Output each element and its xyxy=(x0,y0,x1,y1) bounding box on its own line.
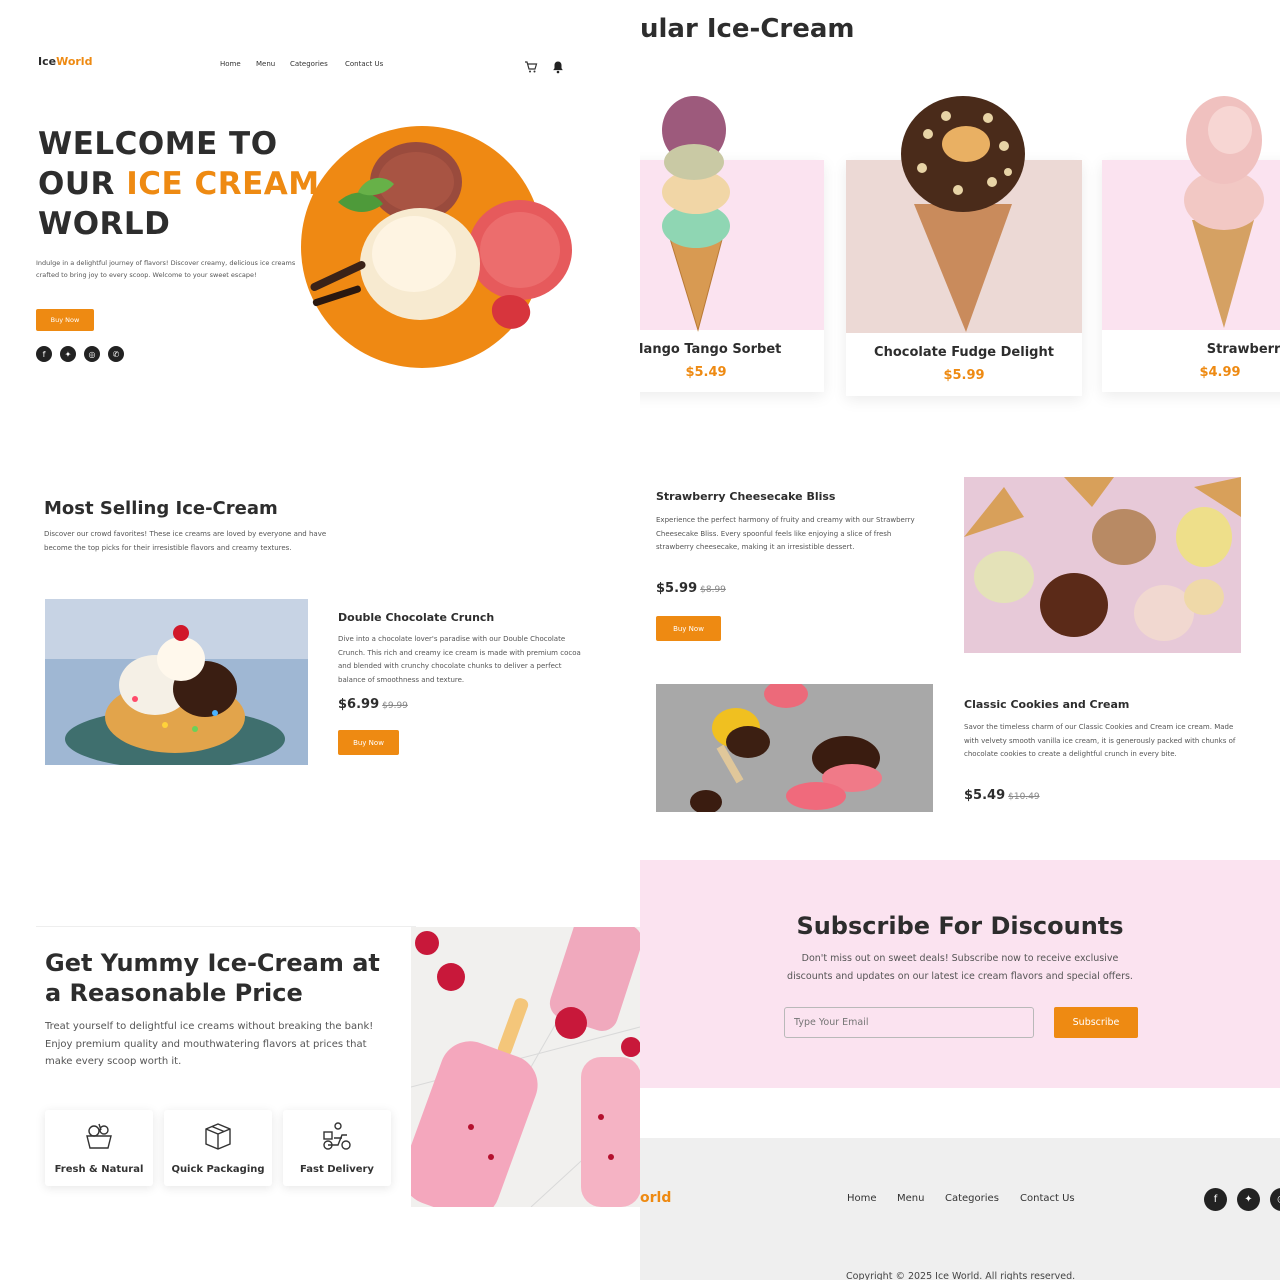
product-price: $6.99 $9.99 xyxy=(338,697,408,712)
popular-card-name: Chocolate Fudge Delight xyxy=(874,345,1054,360)
most-selling-title: Most Selling Ice-Cream xyxy=(44,498,278,519)
subscribe-section: Subscribe For Discounts Don't miss out o… xyxy=(640,860,1280,1088)
most-selling-section: Most Selling Ice-Cream Discover our crow… xyxy=(0,430,640,860)
nav-categories-link[interactable]: Categories xyxy=(290,60,328,68)
popsicle-image xyxy=(411,927,640,1207)
delivery-scooter-icon xyxy=(323,1122,351,1150)
old-price: $10.49 xyxy=(1008,792,1040,802)
box-icon xyxy=(205,1123,231,1150)
copyright-text: Copyright © 2025 Ice World. All rights r… xyxy=(846,1271,1076,1280)
phone-icon[interactable]: ✆ xyxy=(108,346,124,362)
feature-card: Fresh & Natural xyxy=(45,1110,153,1186)
logo[interactable]: IceWorld xyxy=(38,55,92,68)
facebook-icon[interactable]: f xyxy=(36,346,52,362)
popular-card-price: $5.99 xyxy=(943,368,985,383)
hero-section: IceWorld Home Menu Categories Contact Us… xyxy=(0,0,640,430)
yummy-description: Treat yourself to delightful ice creams … xyxy=(45,1021,374,1067)
buy-now-button[interactable]: Buy Now xyxy=(656,616,721,641)
facebook-icon[interactable]: f xyxy=(1204,1188,1227,1211)
most-selling-description: Discover our crowd favorites! These ice … xyxy=(44,530,327,552)
product-title: Strawberry Cheesecake Bliss xyxy=(656,490,836,503)
product-description: Savor the timeless charm of our Classic … xyxy=(964,723,1236,758)
product-price: $5.99 $8.99 xyxy=(656,581,726,596)
feature-label: Quick Packaging xyxy=(171,1164,265,1175)
twitter-icon[interactable]: ✦ xyxy=(60,346,76,362)
footer-nav-home[interactable]: Home xyxy=(847,1193,877,1204)
double-chocolate-image xyxy=(45,599,308,765)
feature-card: Quick Packaging xyxy=(164,1110,272,1186)
twitter-icon[interactable]: ✦ xyxy=(1237,1188,1260,1211)
feature-label: Fresh & Natural xyxy=(54,1164,144,1175)
nav-contact-link[interactable]: Contact Us xyxy=(345,60,383,68)
footer-nav-contact[interactable]: Contact Us xyxy=(1020,1193,1075,1204)
buy-now-button[interactable]: Buy Now xyxy=(338,730,399,755)
popular-section: ular Ice-Cream Mango Tango Sorbet $5.49 … xyxy=(640,0,1280,430)
product-title: Classic Cookies and Cream xyxy=(964,698,1130,711)
most-selling-section-continued: Strawberry Cheesecake Bliss Experience t… xyxy=(640,430,1280,860)
hero-ice-cream-image xyxy=(301,126,572,368)
feature-label: Fast Delivery xyxy=(300,1164,374,1175)
reasonable-price-section: Get Yummy Ice-Cream at a Reasonable Pric… xyxy=(0,860,640,1280)
subscribe-button[interactable]: Subscribe xyxy=(1054,1007,1138,1038)
subscribe-description-line2: discounts and updates on our latest ice … xyxy=(787,971,1133,982)
footer-section: orld Home Menu Categories Contact Us f ✦… xyxy=(640,1088,1280,1280)
footer-logo[interactable]: orld xyxy=(640,1190,671,1206)
product-title: Double Chocolate Crunch xyxy=(338,611,495,624)
strawberry-cheesecake-image xyxy=(964,477,1241,653)
cookies-and-cream-image xyxy=(656,684,933,812)
yummy-title: Get Yummy Ice-Cream at a Reasonable Pric… xyxy=(45,949,380,1007)
old-price: $8.99 xyxy=(700,585,726,595)
fruit-basket-icon xyxy=(86,1123,112,1149)
buy-now-button[interactable]: Buy Now xyxy=(36,309,94,331)
nav-home-link[interactable]: Home xyxy=(220,60,241,68)
popular-card-name: Mango Tango Sorbet xyxy=(640,342,782,357)
popular-card-price: $5.49 xyxy=(685,365,727,380)
footer-nav-categories[interactable]: Categories xyxy=(945,1193,999,1204)
email-input[interactable] xyxy=(784,1007,1034,1038)
old-price: $9.99 xyxy=(382,701,408,711)
product-price: $5.49 $10.49 xyxy=(964,788,1040,803)
popular-card-price: $4.99 xyxy=(1199,365,1241,380)
footer-nav-menu[interactable]: Menu xyxy=(897,1193,924,1204)
popular-title: ular Ice-Cream xyxy=(640,14,855,44)
hero-title: WELCOME TO OUR ICE CREAM WORLD xyxy=(38,126,320,242)
nav-menu-link[interactable]: Menu xyxy=(256,60,275,68)
mango-sorbet-image xyxy=(662,96,730,332)
subscribe-title: Subscribe For Discounts xyxy=(796,912,1124,940)
cart-icon[interactable] xyxy=(524,60,538,74)
subscribe-description-line1: Don't miss out on sweet deals! Subscribe… xyxy=(801,953,1119,964)
bell-icon[interactable] xyxy=(552,60,564,74)
chocolate-fudge-image xyxy=(901,96,1025,332)
feature-card: Fast Delivery xyxy=(283,1110,391,1186)
product-description: Experience the perfect harmony of fruity… xyxy=(656,516,915,551)
hero-description: Indulge in a delightful journey of flavo… xyxy=(36,259,296,279)
popular-card-name: Strawberry Swirl Blis xyxy=(1206,342,1280,357)
pinterest-icon[interactable]: ◎ xyxy=(84,346,100,362)
product-description: Dive into a chocolate lover's paradise w… xyxy=(338,635,581,684)
strawberry-swirl-image xyxy=(1184,96,1264,328)
